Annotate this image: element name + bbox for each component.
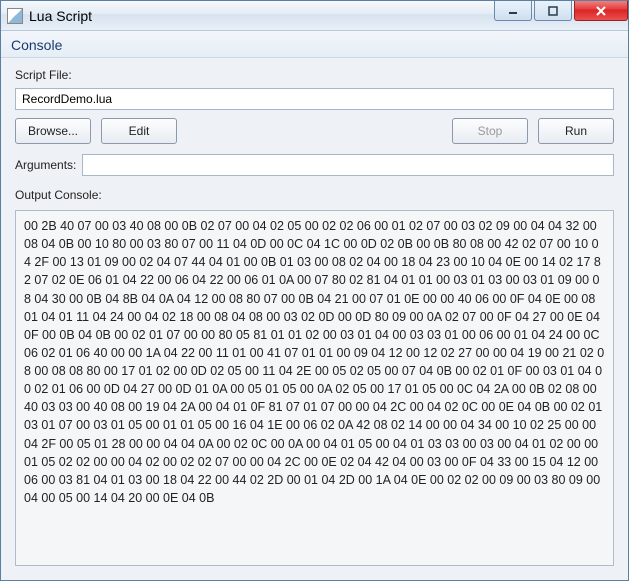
- minimize-icon: [508, 6, 518, 16]
- action-button-row: Browse... Edit Stop Run: [15, 118, 614, 144]
- titlebar: Lua Script: [1, 1, 628, 31]
- maximize-icon: [548, 6, 558, 16]
- console-section-header: Console: [1, 31, 628, 58]
- button-spacer: [187, 118, 442, 144]
- arguments-input[interactable]: [82, 154, 614, 176]
- content-area: Script File: Browse... Edit Stop Run Arg…: [1, 58, 628, 580]
- output-console[interactable]: 00 2B 40 07 00 03 40 08 00 0B 02 07 00 0…: [15, 210, 614, 566]
- close-icon: [595, 6, 607, 16]
- maximize-button[interactable]: [534, 1, 572, 21]
- minimize-button[interactable]: [494, 1, 532, 21]
- app-icon: [7, 8, 23, 24]
- edit-button[interactable]: Edit: [101, 118, 177, 144]
- script-file-input[interactable]: [15, 88, 614, 110]
- output-console-label: Output Console:: [15, 188, 614, 202]
- close-button[interactable]: [574, 1, 628, 21]
- window-controls: [494, 1, 628, 30]
- script-file-label: Script File:: [15, 68, 614, 82]
- stop-button[interactable]: Stop: [452, 118, 528, 144]
- run-button[interactable]: Run: [538, 118, 614, 144]
- lua-script-window: Lua Script Console Script File: Browse..…: [0, 0, 629, 581]
- arguments-label: Arguments:: [15, 158, 76, 172]
- arguments-row: Arguments:: [15, 154, 614, 176]
- browse-button[interactable]: Browse...: [15, 118, 91, 144]
- window-title: Lua Script: [29, 8, 494, 24]
